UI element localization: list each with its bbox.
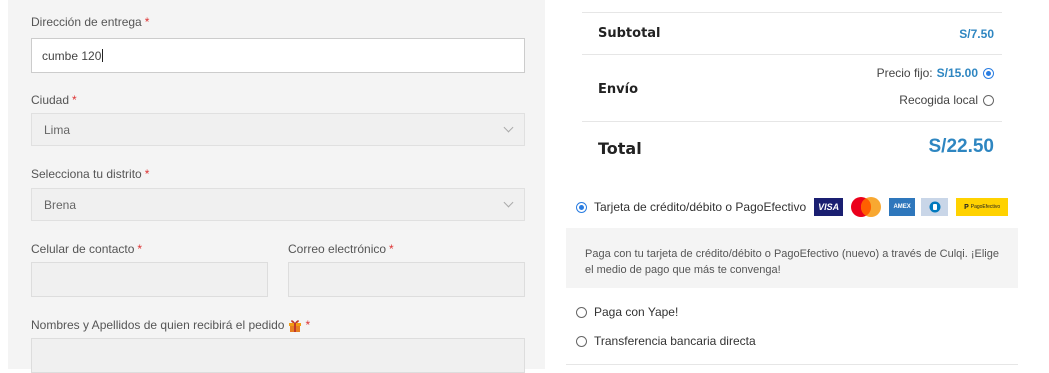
district-label: Selecciona tu distrito *	[31, 167, 150, 181]
subtotal-value: S/7.50	[959, 27, 994, 41]
order-summary: Subtotal S/7.50 Envío Precio fijo: S/15.…	[566, 0, 1018, 182]
shipping-option-pickup[interactable]: Recogida local	[899, 93, 994, 107]
divider	[582, 12, 1002, 13]
district-select[interactable]: Brena	[31, 188, 525, 221]
divider	[582, 121, 1002, 122]
address-input[interactable]: cumbe 120	[31, 38, 525, 73]
payment-method-card[interactable]: Tarjeta de crédito/débito o PagoEfectivo…	[576, 196, 1009, 218]
text-cursor	[102, 49, 104, 62]
chevron-down-icon	[503, 197, 514, 208]
amex-icon: AMEX	[889, 198, 916, 216]
mastercard-icon	[849, 196, 883, 218]
radio-button-selected[interactable]	[983, 67, 994, 79]
total-label: Total	[598, 139, 642, 158]
city-select-value: Lima	[44, 122, 71, 137]
divider	[582, 54, 1002, 55]
shipping-pickup-label: Recogida local	[899, 93, 978, 107]
billing-form: Dirección de entrega * cumbe 120 Ciudad * …	[8, 0, 545, 373]
payment-description-text: Paga con tu tarjeta de crédito/débito o …	[585, 248, 999, 276]
shipping-fixed-label: Precio fijo:	[876, 66, 933, 80]
payment-method-transfer-label: Transferencia bancaria directa	[594, 334, 756, 348]
shipping-option-fixed[interactable]: Precio fijo: S/15.00	[877, 66, 994, 80]
payment-method-yape[interactable]: Paga con Yape!	[576, 305, 678, 319]
radio-button[interactable]	[983, 94, 994, 106]
payment-method-transfer[interactable]: Transferencia bancaria directa	[576, 334, 756, 348]
radio-button[interactable]	[576, 335, 587, 347]
payment-method-card-label: Tarjeta de crédito/débito o PagoEfectivo	[594, 200, 807, 214]
shipping-label: Envío	[598, 82, 638, 97]
address-label: Dirección de entrega *	[31, 15, 150, 29]
visa-icon: VISA	[814, 198, 844, 216]
email-input[interactable]	[288, 262, 525, 297]
radio-button-selected[interactable]	[576, 201, 587, 213]
pagoefectivo-text: PagoEfectivo	[970, 204, 1001, 210]
recipient-input[interactable]	[31, 338, 525, 373]
payment-description: Paga con tu tarjeta de crédito/débito o …	[566, 228, 1018, 288]
gift-icon	[289, 320, 302, 332]
shipping-fixed-price: S/15.00	[936, 66, 978, 80]
radio-button[interactable]	[576, 306, 587, 318]
phone-label: Celular de contacto *	[31, 242, 143, 256]
city-label: Ciudad *	[31, 93, 77, 107]
divider	[566, 364, 1018, 365]
city-select[interactable]: Lima	[31, 113, 525, 146]
recipient-label: Nombres y Apellidos de quien recibirá el…	[31, 318, 311, 332]
total-value: S/22.50	[928, 136, 995, 157]
address-input-value: cumbe 120	[42, 48, 102, 63]
order-review: Subtotal S/7.50 Envío Precio fijo: S/15.…	[566, 0, 1018, 369]
pagoefectivo-icon: P PagoEfectivo	[956, 198, 1009, 216]
district-select-value: Brena	[44, 197, 77, 212]
chevron-down-icon	[503, 122, 514, 133]
diners-club-icon	[921, 198, 949, 216]
payment-method-yape-label: Paga con Yape!	[594, 305, 679, 319]
email-label: Correo electrónico *	[288, 242, 394, 256]
phone-input[interactable]	[31, 262, 268, 297]
subtotal-label: Subtotal	[598, 26, 661, 41]
